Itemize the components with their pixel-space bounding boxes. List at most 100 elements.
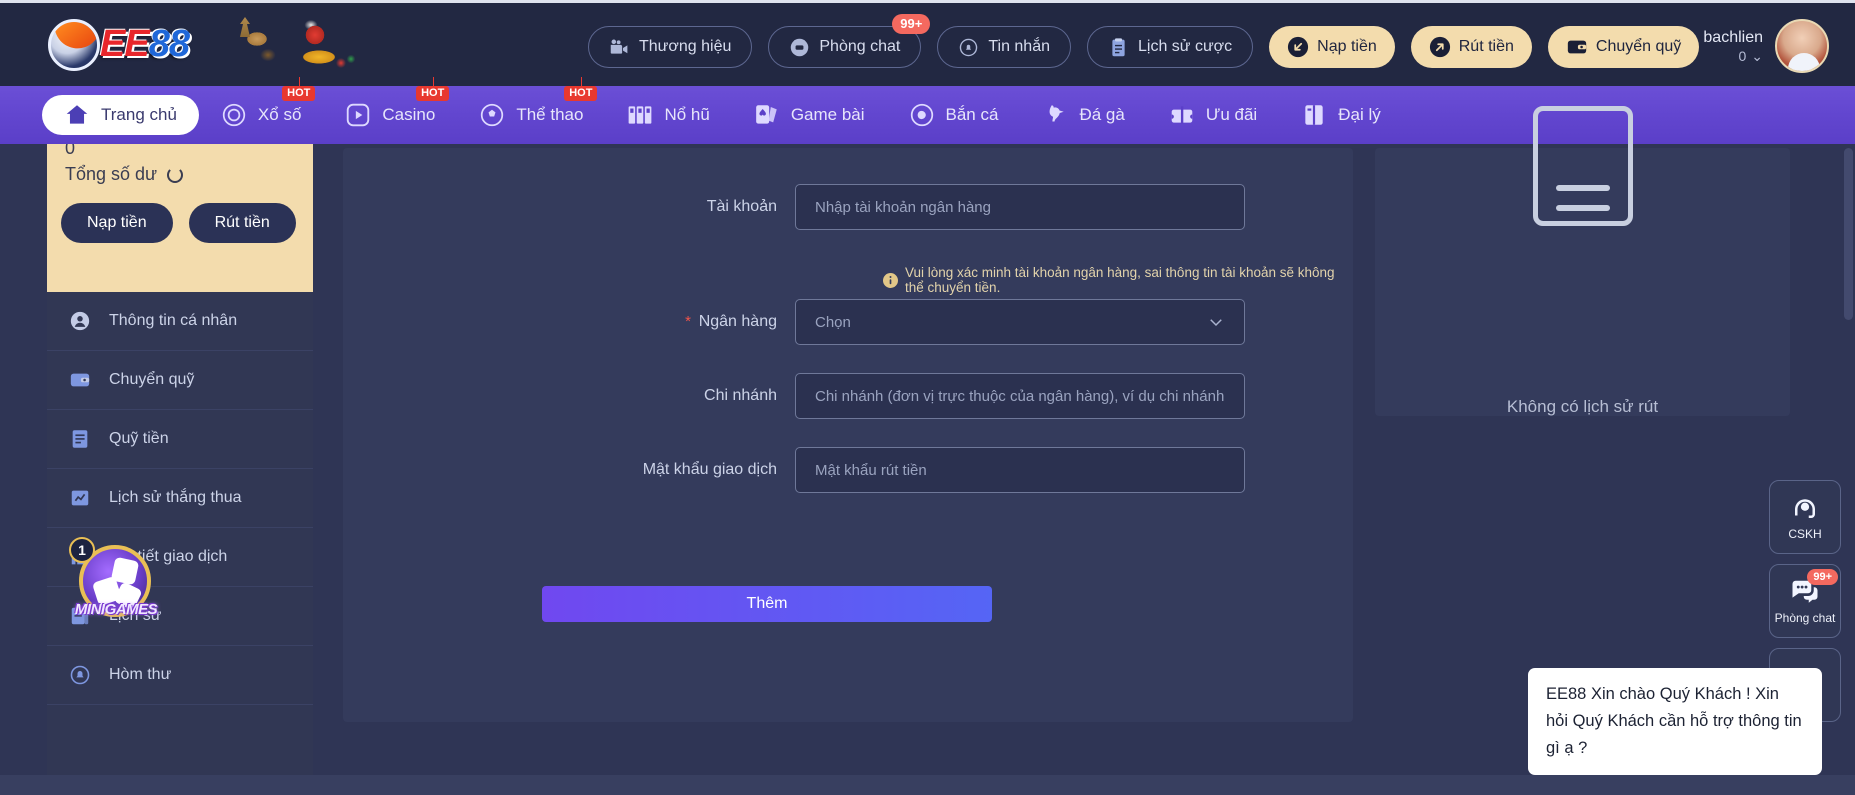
header-pill-tin-nhan[interactable]: Tin nhắn [937,26,1071,68]
form-label-text: Ngân hàng [698,313,777,330]
floating-button-cskh[interactable]: CSKH [1769,480,1841,554]
balance-card: 0 Tổng số dư Nạp tiền Rút tiền [47,144,313,292]
form-label-tai-khoan: Tài khoản [706,198,777,215]
sidebar-item-label: Quỹ tiền [109,430,169,447]
chevron-down-icon [1210,319,1222,327]
branch-placeholder: Chi nhánh (đơn vị trực thuộc của ngân hà… [815,387,1225,405]
refresh-spinner-icon[interactable] [167,166,184,183]
sidebar-item-chuyen-quy[interactable]: Chuyển quỹ [47,351,313,410]
floating-button-label: Phòng chat [1774,611,1836,625]
sidebar-item-lich-su[interactable]: Lịch sử [47,587,313,646]
sidebar-item-quy-tien[interactable]: Quỹ tiền [47,410,313,469]
header-pill-label: Thương hiệu [639,38,732,55]
nav-item-trang-chu[interactable]: Trang chủ [42,95,199,135]
page-scrollbar[interactable] [1844,148,1853,320]
nav-item-label: Ưu đãi [1205,105,1258,124]
nav-item-uu-dai[interactable]: Ưu đãi [1147,95,1279,135]
user-name: bachlien [1703,28,1763,46]
form-row-chi-nhanh: Chi nhánh Chi nhánh (đơn vị trực thuộc c… [343,373,1353,419]
site-logo[interactable]: EE88 [45,7,360,85]
header-button-label: Chuyển quỹ [1595,38,1682,55]
floating-button-phong-chat[interactable]: Phòng chat 99+ [1769,564,1841,638]
logo-ee-text: EE [100,23,150,65]
empty-document-icon [1532,106,1633,226]
playing-cards-icon [755,105,777,124]
bank-account-input[interactable]: Nhập tài khoản ngân hàng [795,184,1245,230]
form-label-chi-nhanh: Chi nhánh [704,387,777,404]
sidebar-deposit-button[interactable]: Nạp tiền [61,203,173,243]
soccer-ball-icon [481,103,504,127]
slot-machine-icon [629,106,652,124]
nav-item-label: Đại lý [1338,105,1381,124]
clipboard-icon [1112,37,1125,56]
header-button-label: Rút tiền [1458,38,1514,55]
page-root: EE88 Thương hiệu Phòng chat 99+ Tin nhắn… [0,0,1855,795]
bottom-strip [0,775,1855,795]
nav-item-casino[interactable]: Casino HOT [323,77,457,135]
header-button-nap-tien[interactable]: Nạp tiền [1269,26,1395,68]
add-bank-submit-button[interactable]: Thêm [542,586,992,622]
sidebar-item-chi-tiet-giao-dich[interactable]: Chi tiết giao dịch [47,528,313,587]
bank-select-value: Chọn [815,313,851,331]
user-account-area[interactable]: bachlien 0 ⌄ [1703,19,1829,73]
sidebar-item-label: Thông tin cá nhân [109,312,238,329]
chat-unread-badge: 99+ [892,14,931,34]
hot-badge: HOT [282,77,316,101]
header-pill-label: Tin nhắn [988,38,1050,55]
header-pill-thuong-hieu[interactable]: Thương hiệu [588,26,753,68]
balance-button-group: Nạp tiền Rút tiền [61,203,296,243]
branch-input[interactable]: Chi nhánh (đơn vị trực thuộc của ngân hà… [795,373,1245,419]
bank-account-form-card: Tài khoản Nhập tài khoản ngân hàng Vui l… [343,148,1353,722]
form-label-text: Mật khẩu giao dịch [642,461,777,478]
christmas-reindeer-santa-icon [235,15,360,81]
nav-item-game-bai[interactable]: Game bài [732,95,887,135]
header-button-chuyen-quy[interactable]: Chuyển quỹ [1547,26,1700,68]
support-chat-bubble[interactable]: EE88 Xin chào Quý Khách ! Xin hỏi Quý Kh… [1528,668,1822,775]
nav-item-xo-so[interactable]: Xổ số HOT [199,77,323,135]
logo-88-text: 88 [148,23,190,65]
nav-item-label: Trang chủ [101,105,177,124]
header-pill-label: Lịch sử cược [1138,38,1233,55]
hot-badge: HOT [564,77,598,101]
gift-ticket-icon [1171,106,1193,124]
balance-amount: 0 [65,144,76,158]
sidebar-item-thong-tin-ca-nhan[interactable]: Thông tin cá nhân [47,292,313,351]
logo-ball-icon [48,19,100,71]
top-header: EE88 Thương hiệu Phòng chat 99+ Tin nhắn… [0,0,1855,86]
user-balance-row[interactable]: 0 ⌄ [1703,48,1763,65]
nav-item-ban-ca[interactable]: Bắn cá [887,95,1021,135]
balance-label-row: Tổng số dư [65,164,184,185]
transaction-password-placeholder: Mật khẩu rút tiền [815,461,927,479]
form-label-mat-khau-giao-dich: Mật khẩu giao dịch [343,452,795,488]
mailbox-icon [70,665,90,685]
video-camera-icon [610,39,628,54]
avatar[interactable] [1775,19,1829,73]
floating-button-label: CSKH [1788,527,1822,541]
nav-item-no-hu[interactable]: Nổ hũ [605,95,731,135]
bank-verify-hint-text: Vui lòng xác minh tài khoản ngân hàng, s… [905,265,1335,295]
nav-item-the-thao[interactable]: Thể thao HOT [457,77,605,135]
bank-select[interactable]: Chọn [795,299,1245,345]
sidebar-item-label: Lịch sử thắng thua [109,489,242,506]
nav-item-label: Xổ số [257,105,302,124]
header-pill-phong-chat[interactable]: Phòng chat 99+ [768,14,931,68]
sidebar-item-label: Hòm thư [109,666,172,683]
sidebar-withdraw-button[interactable]: Rút tiền [188,203,296,243]
nav-item-da-ga[interactable]: Đá gà [1020,95,1146,135]
header-button-rut-tien[interactable]: Rút tiền [1410,26,1532,68]
nav-item-label: Game bài [790,105,865,124]
play-circle-icon [347,103,370,127]
floating-chat-badge: 99+ [1807,569,1838,585]
user-balance-value: 0 [1738,48,1747,64]
bell-icon [960,38,978,56]
home-icon [66,105,88,124]
transaction-password-input[interactable]: Mật khẩu rút tiền [795,447,1245,493]
sidebar-item-label: Chuyển quỹ [109,371,195,388]
form-row-ngan-hang: * Ngân hàng Chọn [343,299,1353,345]
nav-item-dai-ly[interactable]: Đại lý [1279,95,1403,135]
user-circle-icon [70,311,90,331]
sidebar-item-lich-su-thang-thua[interactable]: Lịch sử thắng thua [47,469,313,528]
sidebar-item-hom-thu[interactable]: Hòm thư [47,646,313,705]
sidebar-item-label: Chi tiết giao dịch [109,548,228,565]
header-pill-lich-su-cuoc[interactable]: Lịch sử cược [1087,26,1254,68]
